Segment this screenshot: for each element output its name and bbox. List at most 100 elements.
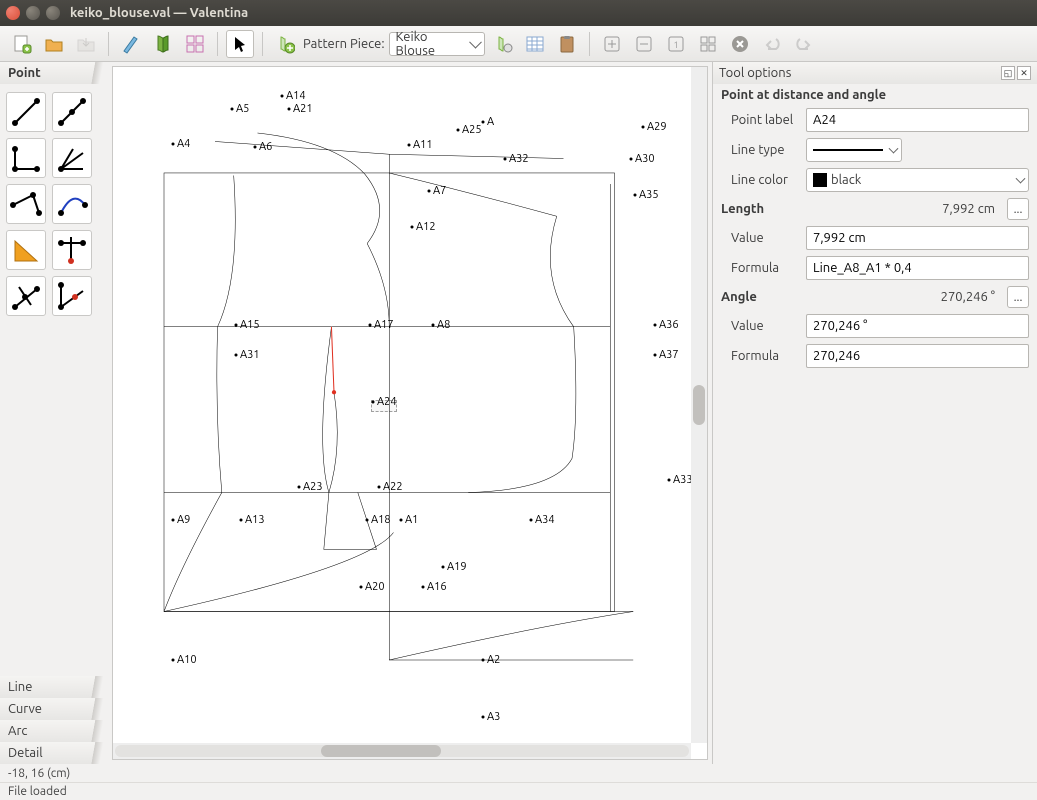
pattern-piece-selector[interactable]: Keiko Blouse: [389, 32, 485, 56]
draw-mode-button[interactable]: [117, 30, 145, 58]
pattern-point[interactable]: [530, 519, 533, 522]
undock-panel-button[interactable]: ◱: [1001, 66, 1015, 80]
pattern-point-label: A22: [383, 481, 403, 493]
tool-shoulder[interactable]: [6, 184, 46, 224]
pattern-point-label: A29: [647, 121, 667, 133]
horizontal-scrollbar[interactable]: [113, 743, 691, 759]
length-display: 7,992 cm: [942, 202, 995, 216]
pattern-point[interactable]: [298, 486, 301, 489]
tool-triangle[interactable]: [6, 230, 46, 270]
tool-bisector[interactable]: [52, 138, 92, 178]
pattern-piece-value: Keiko Blouse: [396, 30, 466, 58]
save-file-button[interactable]: [72, 30, 100, 58]
redo-button[interactable]: [790, 30, 818, 58]
pattern-point[interactable]: [634, 194, 637, 197]
table-button[interactable]: [521, 30, 549, 58]
pattern-point[interactable]: [235, 324, 238, 327]
pattern-point[interactable]: [408, 144, 411, 147]
zoom-out-button[interactable]: [630, 30, 658, 58]
pattern-point[interactable]: [281, 95, 284, 98]
pattern-point-label: A11: [413, 139, 433, 151]
angle-header: Angle: [721, 290, 757, 304]
tab-arc[interactable]: Arc: [0, 720, 108, 742]
tool-point-distance-angle[interactable]: [6, 92, 46, 132]
pattern-point[interactable]: [360, 586, 363, 589]
pattern-point[interactable]: [630, 158, 633, 161]
pointer-tool-button[interactable]: [226, 30, 254, 58]
angle-value-input[interactable]: [806, 314, 1029, 338]
tab-detail[interactable]: Detail: [0, 742, 108, 764]
length-formula-input[interactable]: [806, 256, 1029, 280]
pattern-point[interactable]: [378, 486, 381, 489]
pattern-point[interactable]: [366, 519, 369, 522]
pattern-point[interactable]: [254, 146, 257, 149]
pattern-point[interactable]: [172, 659, 175, 662]
tab-point[interactable]: Point: [0, 62, 108, 84]
pattern-point[interactable]: [172, 519, 175, 522]
pattern-point[interactable]: [231, 108, 234, 111]
tool-point-intersection[interactable]: [52, 230, 92, 270]
pattern-point[interactable]: [642, 126, 645, 129]
close-panel-button[interactable]: ✕: [1017, 66, 1031, 80]
pattern-point[interactable]: [482, 716, 485, 719]
pattern-point[interactable]: [400, 519, 403, 522]
zoom-original-button[interactable]: 1: [662, 30, 690, 58]
titlebar: keiko_blouse.val — Valentina: [0, 0, 1037, 26]
drawing-canvas[interactable]: AA1A2A3A4A5A6A7A8A9A10A12A11A13A14A15A16…: [112, 66, 708, 760]
point-label-input[interactable]: [806, 108, 1029, 132]
pattern-point-label: A17: [374, 319, 394, 331]
pattern-point[interactable]: [172, 143, 175, 146]
vertical-scrollbar[interactable]: [691, 67, 707, 743]
pattern-point[interactable]: [442, 566, 445, 569]
window-minimize-button[interactable]: [26, 6, 40, 20]
new-file-button[interactable]: [8, 30, 36, 58]
pattern-point-label: A24: [377, 396, 397, 408]
pattern-point[interactable]: [432, 324, 435, 327]
new-pattern-piece-button[interactable]: [271, 30, 299, 58]
zoom-fit-button[interactable]: [694, 30, 722, 58]
pattern-point[interactable]: [372, 401, 375, 404]
pattern-point[interactable]: [668, 479, 671, 482]
window-maximize-button[interactable]: [46, 6, 60, 20]
config-pattern-button[interactable]: [489, 30, 517, 58]
pattern-point[interactable]: [457, 129, 460, 132]
pattern-point-label: A34: [535, 514, 555, 526]
pattern-point[interactable]: [654, 354, 657, 357]
pattern-point[interactable]: [654, 324, 657, 327]
length-value-input[interactable]: [806, 226, 1029, 250]
pattern-point[interactable]: [482, 121, 485, 124]
window-close-button[interactable]: [6, 6, 20, 20]
line-color-selector[interactable]: black: [806, 168, 1029, 192]
length-formula-wizard-button[interactable]: ...: [1007, 198, 1029, 220]
tool-height[interactable]: [6, 276, 46, 316]
pattern-point[interactable]: [428, 190, 431, 193]
pattern-point[interactable]: [369, 324, 372, 327]
line-type-selector[interactable]: [806, 138, 902, 162]
pattern-point-label: A21: [293, 103, 313, 115]
tool-line-intersect-axis[interactable]: [52, 276, 92, 316]
status-message: File loaded: [0, 782, 1037, 800]
tab-curve[interactable]: Curve: [0, 698, 108, 720]
undo-button[interactable]: [758, 30, 786, 58]
open-file-button[interactable]: [40, 30, 68, 58]
pattern-point[interactable]: [422, 586, 425, 589]
angle-formula-input[interactable]: [806, 344, 1029, 368]
detail-mode-button[interactable]: [149, 30, 177, 58]
zoom-in-button[interactable]: [598, 30, 626, 58]
pattern-point[interactable]: [240, 519, 243, 522]
stop-button[interactable]: [726, 30, 754, 58]
angle-formula-wizard-button[interactable]: ...: [1007, 286, 1029, 308]
pattern-point[interactable]: [288, 108, 291, 111]
tool-normal[interactable]: [6, 138, 46, 178]
layout-mode-button[interactable]: [181, 30, 209, 58]
tab-line[interactable]: Line: [0, 676, 108, 698]
clipboard-button[interactable]: [553, 30, 581, 58]
pattern-svg: [113, 67, 691, 743]
pattern-point[interactable]: [482, 659, 485, 662]
tool-point-along-line[interactable]: [52, 92, 92, 132]
pattern-point[interactable]: [411, 226, 414, 229]
tool-point-contact[interactable]: [52, 184, 92, 224]
pattern-point[interactable]: [235, 354, 238, 357]
pattern-point[interactable]: [504, 158, 507, 161]
pattern-point-label: A5: [236, 103, 249, 115]
